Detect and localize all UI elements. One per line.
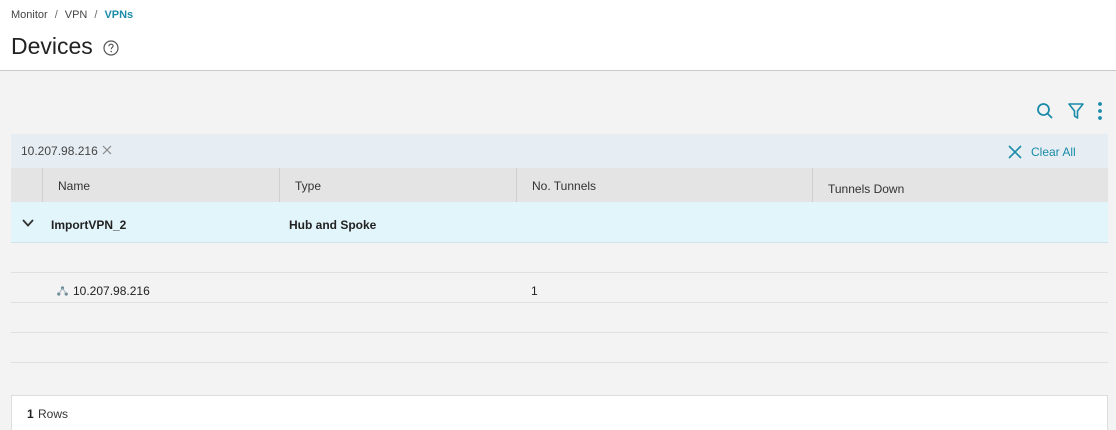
active-filters-bar: 10.207.98.216 Clear All [11, 134, 1108, 168]
breadcrumb: Monitor / VPN / VPNs [11, 9, 133, 21]
cell-tunnels: 1 [531, 284, 538, 298]
breadcrumb-item-vpns: VPNs [104, 9, 134, 21]
filter-icon[interactable] [1066, 101, 1086, 121]
page-title: Devices [11, 33, 93, 59]
table-row[interactable] [11, 243, 1108, 273]
remove-filter-icon[interactable] [102, 145, 112, 155]
group-name: ImportVPN_2 [51, 218, 127, 232]
table-header: Name Type No. Tunnels Tunnels Down [11, 168, 1108, 202]
row-count-label: Rows [38, 407, 69, 421]
clear-all-label: Clear All [1031, 145, 1076, 159]
group-row[interactable]: ImportVPN_2 Hub and Spoke [11, 202, 1108, 243]
kebab-menu-icon[interactable] [1090, 101, 1110, 121]
table-row[interactable]: 10.207.98.216 1 [11, 273, 1108, 303]
column-header-name[interactable]: Name [42, 168, 279, 202]
close-icon [1008, 145, 1022, 159]
group-type: Hub and Spoke [289, 218, 377, 232]
help-icon[interactable] [103, 40, 119, 56]
table-row[interactable] [11, 333, 1108, 363]
row-count: 1 [27, 407, 34, 421]
search-icon[interactable] [1035, 101, 1055, 121]
column-header-no-tunnels[interactable]: No. Tunnels [516, 168, 812, 202]
column-header-tunnels-down[interactable]: Tunnels Down [812, 168, 1108, 202]
table-row[interactable] [11, 303, 1108, 333]
cell-name: 10.207.98.216 [73, 284, 150, 298]
chevron-down-icon[interactable] [22, 219, 34, 227]
spoke-device-icon [57, 286, 68, 296]
filter-chip-label: 10.207.98.216 [21, 144, 98, 158]
page-header: Monitor / VPN / VPNs Devices [0, 0, 1116, 71]
breadcrumb-item-monitor[interactable]: Monitor [11, 9, 48, 21]
table-footer: 1 Rows [11, 395, 1108, 430]
column-header-type[interactable]: Type [279, 168, 516, 202]
breadcrumb-separator: / [54, 9, 58, 21]
breadcrumb-separator: / [94, 9, 98, 21]
breadcrumb-item-vpn[interactable]: VPN [65, 9, 88, 21]
